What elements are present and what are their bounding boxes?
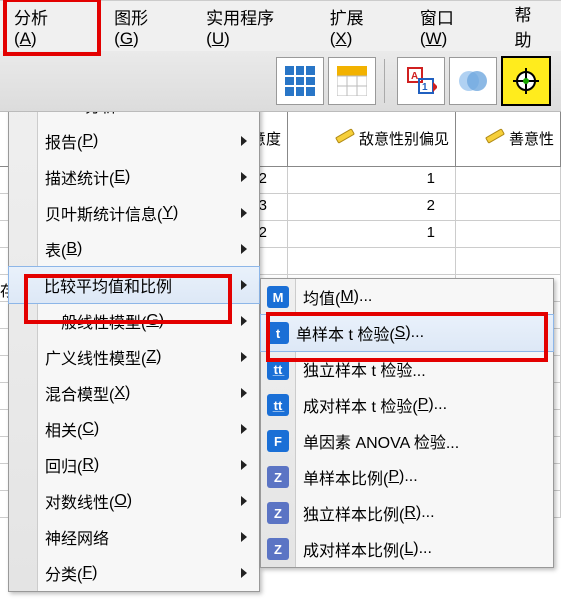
- submenu-arrow-icon: [241, 280, 247, 290]
- submenu-item-label: 独立样本 t 检验...: [303, 357, 426, 381]
- submenu-item[interactable]: F 单因素 ANOVA 检验...: [261, 423, 553, 459]
- menu-item-label: 报告(: [45, 129, 82, 153]
- menu-item-label: 广义线性模型(: [45, 345, 146, 369]
- menu-help[interactable]: 帮助: [501, 0, 561, 61]
- submenu-arrow-icon: [241, 244, 247, 254]
- menu-item[interactable]: 贝叶斯统计信息(Y): [9, 195, 259, 231]
- submenu-item-icon: Z: [267, 502, 289, 524]
- menu-item[interactable]: 混合模型(X): [9, 375, 259, 411]
- submenu-arrow-icon: [241, 568, 247, 578]
- submenu-item[interactable]: M均值(M)...: [261, 279, 553, 315]
- submenu-item-label: 单样本 t 检验(: [296, 321, 395, 345]
- submenu-item-label: 单样本比例(: [303, 465, 388, 489]
- cell[interactable]: 1: [288, 221, 456, 248]
- submenu-item[interactable]: t̲t̲ 独立样本 t 检验...: [261, 351, 553, 387]
- menu-item-label: 分类(: [45, 561, 82, 585]
- submenu-arrow-icon: [241, 172, 247, 182]
- submenu-item-label: 成对样本比例(: [303, 537, 404, 561]
- cell[interactable]: [456, 167, 561, 194]
- col-header-2[interactable]: 敌意性别偏见: [288, 110, 456, 166]
- submenu-item-label: 独立样本比例(: [303, 501, 404, 525]
- cell[interactable]: [456, 221, 561, 248]
- col-header-3[interactable]: 善意性: [456, 110, 561, 166]
- submenu-item[interactable]: Z独立样本比例(R)...: [261, 495, 553, 531]
- toolbar-venn-icon[interactable]: [449, 57, 497, 105]
- toolbar-grid-icon[interactable]: [276, 57, 324, 105]
- cell[interactable]: [456, 194, 561, 221]
- submenu-item-icon: M: [267, 286, 289, 308]
- compare-means-submenu: M均值(M)...t单样本 t 检验(S)...t̲t̲独立样本 t 检验...…: [260, 278, 554, 568]
- submenu-arrow-icon: [241, 208, 247, 218]
- menubar: 分析(A) 图形(G) 实用程序(U) 扩展(X) 窗口(W) 帮助: [0, 0, 561, 51]
- submenu-item[interactable]: t̲t̲成对样本 t 检验(P)...: [261, 387, 553, 423]
- submenu-item[interactable]: t单样本 t 检验(S)...: [260, 314, 554, 352]
- toolbar-separator: [384, 59, 385, 103]
- submenu-item-icon: F: [267, 430, 289, 452]
- menu-item[interactable]: 报告(P): [9, 123, 259, 159]
- cell[interactable]: 2: [288, 194, 456, 221]
- menu-extensions[interactable]: 扩展(X): [316, 0, 398, 59]
- cell[interactable]: [456, 248, 561, 275]
- submenu-item-icon: t̲t̲: [267, 394, 289, 416]
- submenu-item[interactable]: Z成对样本比例(L)...: [261, 531, 553, 567]
- submenu-arrow-icon: [241, 352, 247, 362]
- analyze-dropdown: 功效分析(W)Meta 分析报告(P)描述统计(E)贝叶斯统计信息(Y)表(B)…: [8, 50, 260, 592]
- menu-item[interactable]: 比较平均值和比例: [8, 266, 260, 304]
- menu-item-label: 表(: [45, 237, 66, 261]
- menu-item-label: 贝叶斯统计信息(: [45, 201, 162, 225]
- submenu-arrow-icon: [241, 388, 247, 398]
- svg-text:A: A: [411, 71, 418, 82]
- cell[interactable]: 1: [288, 167, 456, 194]
- toolbar-target-icon[interactable]: [501, 56, 551, 106]
- menu-item-label: 神经网络: [45, 525, 109, 549]
- menu-utilities[interactable]: 实用程序(U): [192, 0, 308, 59]
- menu-hotkey: A: [20, 29, 31, 48]
- menu-window[interactable]: 窗口(W): [406, 0, 493, 59]
- menu-item-label: 一般线性模型(: [45, 309, 146, 333]
- submenu-item-label: 单因素 ANOVA 检验...: [303, 429, 459, 453]
- menu-item[interactable]: 分类(F): [9, 555, 259, 591]
- submenu-item-icon: Z: [267, 466, 289, 488]
- submenu-item[interactable]: Z单样本比例(P)...: [261, 459, 553, 495]
- menu-item[interactable]: 表(B): [9, 231, 259, 267]
- submenu-item-icon: Z: [267, 538, 289, 560]
- menu-analyze[interactable]: 分析(A): [0, 0, 82, 59]
- menu-item-label: 相关(: [45, 417, 82, 441]
- submenu-item-label: 成对样本 t 检验(: [303, 393, 418, 417]
- menu-item-label: 混合模型(: [45, 381, 114, 405]
- svg-text:1: 1: [422, 82, 428, 93]
- submenu-item-icon: t: [267, 322, 289, 344]
- toolbar-labels-icon[interactable]: A1: [397, 57, 445, 105]
- submenu-arrow-icon: [241, 496, 247, 506]
- ruler-icon: [335, 126, 355, 150]
- submenu-arrow-icon: [241, 424, 247, 434]
- submenu-arrow-icon: [241, 460, 247, 470]
- menu-item-label: 回归(: [45, 453, 82, 477]
- submenu-item-label: 均值(: [303, 285, 340, 309]
- menu-item[interactable]: 回归(R): [9, 447, 259, 483]
- menu-item[interactable]: 对数线性(O): [9, 483, 259, 519]
- submenu-arrow-icon: [241, 136, 247, 146]
- menu-graphs[interactable]: 图形(G): [100, 0, 184, 59]
- menu-item[interactable]: 神经网络: [9, 519, 259, 555]
- submenu-arrow-icon: [241, 316, 247, 326]
- cell[interactable]: [288, 248, 456, 275]
- submenu-arrow-icon: [241, 532, 247, 542]
- menu-item[interactable]: 描述统计(E): [9, 159, 259, 195]
- toolbar-calendar-icon[interactable]: [328, 57, 376, 105]
- menu-item-label: 描述统计(: [45, 165, 114, 189]
- menu-item[interactable]: 广义线性模型(Z): [9, 339, 259, 375]
- menu-item[interactable]: 一般线性模型(G): [9, 303, 259, 339]
- menu-item-label: 比较平均值和比例: [44, 273, 172, 297]
- menu-item-label: 对数线性(: [45, 489, 114, 513]
- toolbar: A1: [0, 50, 561, 112]
- submenu-item-icon: t̲t̲: [267, 358, 289, 380]
- ruler-icon: [485, 126, 505, 150]
- menu-item[interactable]: 相关(C): [9, 411, 259, 447]
